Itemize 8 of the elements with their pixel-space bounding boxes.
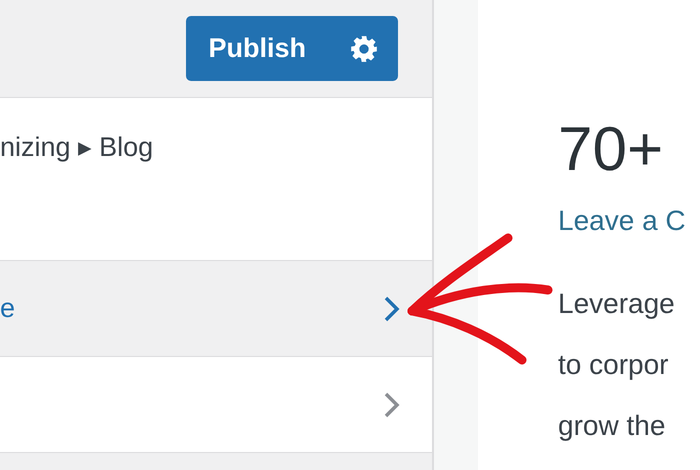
settings-icon[interactable] [350, 34, 378, 62]
paragraph-line: Leverage [558, 287, 675, 321]
post-title: 70+ [558, 115, 664, 185]
breadcrumb: nizing ▸ Blog [0, 132, 154, 162]
paragraph-line: to corpor [558, 348, 670, 382]
publish-button[interactable]: Publish [186, 16, 398, 81]
paragraph-line: grow the [558, 409, 666, 443]
comment-link[interactable]: Leave a C [558, 205, 686, 237]
